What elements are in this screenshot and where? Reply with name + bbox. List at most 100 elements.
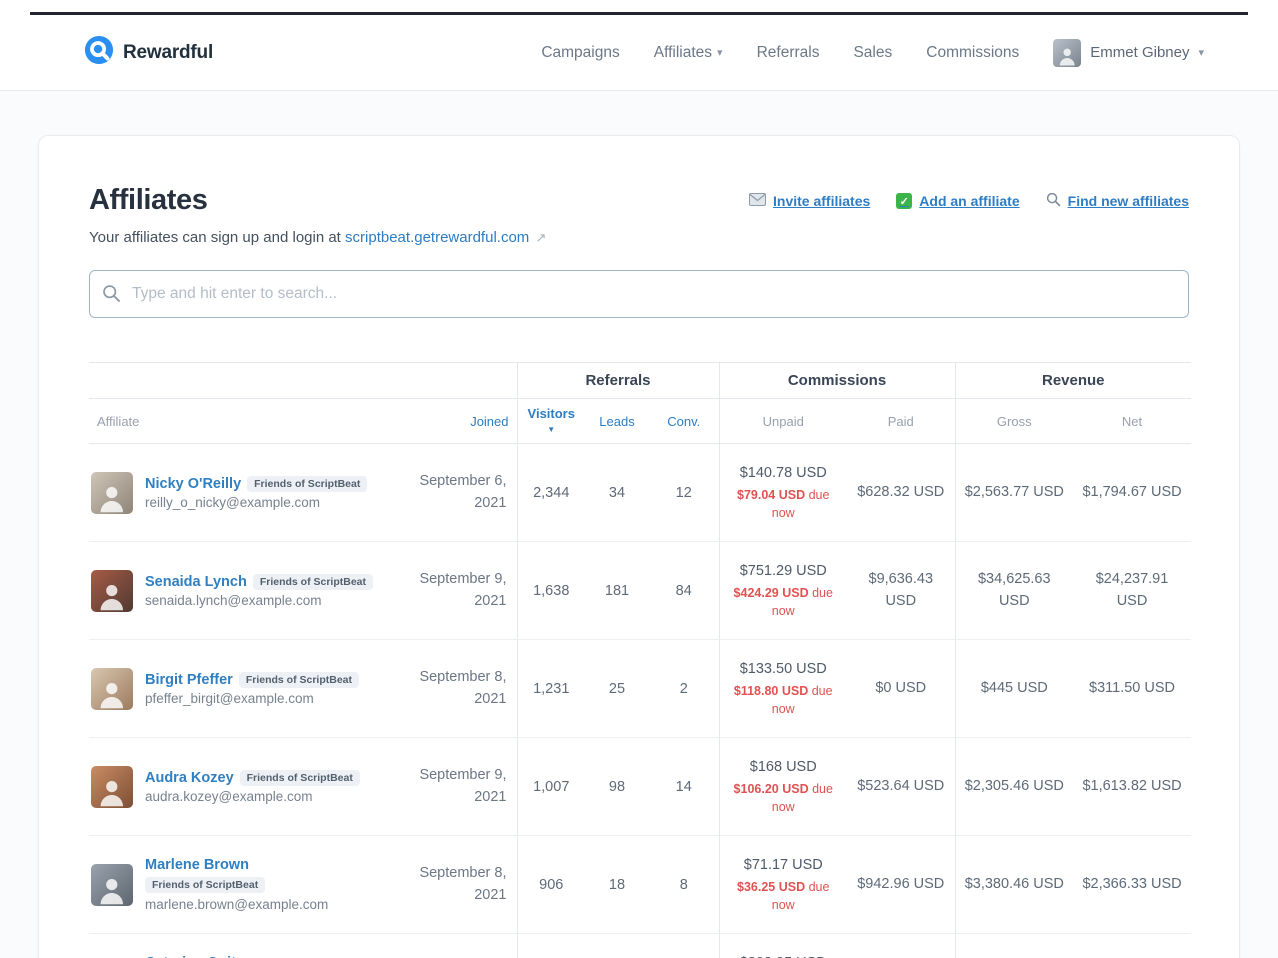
visitors-cell: 1,638	[516, 541, 585, 640]
unpaid-due-line: $118.80 USD due now	[728, 682, 840, 718]
visitors-cell: 903	[516, 933, 585, 958]
add-affiliate-button[interactable]: ✓ Add an affiliate	[896, 193, 1020, 209]
affiliate-text: Nicky O'Reilly Friends of ScriptBeat reil…	[145, 475, 368, 510]
find-new-affiliates-label: Find new affiliates	[1067, 193, 1189, 209]
external-link-icon: ↗	[535, 230, 547, 245]
affiliate-text: Senaida Lynch Friends of ScriptBeat senai…	[145, 573, 373, 608]
find-new-affiliates-button[interactable]: Find new affiliates	[1046, 192, 1189, 210]
unpaid-cell: $168 USD $106.20 USD due now	[718, 737, 847, 836]
affiliate-name-link[interactable]: Marlene Brown	[145, 857, 249, 873]
conv-cell: 2	[649, 639, 719, 738]
col-header-affiliate: Affiliate	[89, 398, 389, 444]
table-subheader-row: Affiliate Joined Visitors ▼ Leads Conv. …	[89, 398, 1192, 444]
col-header-visitors: Visitors ▼	[516, 398, 585, 444]
affiliate-group-badge: Friends of ScriptBeat	[145, 877, 266, 893]
gross-cell: $445 USD	[954, 639, 1074, 738]
nav-commissions[interactable]: Commissions	[926, 44, 1019, 62]
due-amount: $79.04 USD	[737, 487, 806, 502]
affiliate-cell: Audra Kozey Friends of ScriptBeat audra.k…	[89, 737, 389, 836]
nav-campaigns[interactable]: Campaigns	[541, 44, 619, 62]
affiliate-email: pfeffer_birgit@example.com	[145, 690, 314, 706]
joined-cell: September 6, 2021	[389, 443, 517, 542]
primary-nav: Campaigns Affiliates ▾ Referrals Sales C…	[541, 38, 1204, 67]
joined-cell: September 9, 2021	[389, 737, 517, 836]
joined-cell: September 6, 2021	[389, 933, 517, 958]
gross-cell: $2,305.46 USD	[954, 737, 1074, 836]
nav-affiliates[interactable]: Affiliates ▾	[654, 44, 723, 62]
unpaid-amount: $140.78 USD	[739, 465, 827, 481]
net-cell: $24,237.91 USD	[1073, 541, 1192, 640]
group-header-commissions: Commissions	[718, 362, 956, 399]
sort-joined-link[interactable]: Joined	[470, 414, 508, 429]
search-input[interactable]	[89, 270, 1189, 318]
search-box	[89, 270, 1189, 318]
envelope-icon	[749, 193, 767, 209]
net-cell: $311.50 USD	[1073, 639, 1192, 738]
affiliate-text: Birgit Pfeffer Friends of ScriptBeat pfef…	[145, 671, 360, 706]
affiliate-name-link[interactable]: Nicky O'Reilly	[145, 476, 241, 492]
conv-cell: 66	[649, 933, 719, 958]
affiliate-group-badge: Friends of ScriptBeat	[239, 769, 360, 786]
table-row[interactable]: Caterina QuitzonFriends of ScriptBeat ca…	[89, 933, 1192, 958]
paid-cell: $942.96 USD	[847, 835, 956, 934]
affiliate-email: senaida.lynch@example.com	[145, 592, 322, 608]
search-icon	[102, 284, 121, 308]
unpaid-amount: $71.17 USD	[743, 857, 823, 873]
unpaid-cell: $133.50 USD $118.80 USD due now	[718, 639, 847, 738]
gross-cell: $34,625.63 USD	[954, 541, 1074, 640]
leads-cell: 25	[585, 639, 649, 738]
check-square-icon: ✓	[896, 193, 913, 209]
sort-leads-link[interactable]: Leads	[599, 414, 634, 429]
table-row[interactable]: Audra Kozey Friends of ScriptBeat audra.k…	[89, 737, 1192, 836]
gross-cell: $3,380.46 USD	[954, 835, 1074, 934]
col-header-net: Net	[1073, 398, 1192, 444]
affiliate-group-badge: Friends of ScriptBeat	[247, 475, 368, 492]
affiliates-rows: Nicky O'Reilly Friends of ScriptBeat reil…	[89, 443, 1192, 958]
affiliate-cell: Birgit Pfeffer Friends of ScriptBeat pfef…	[89, 639, 389, 738]
nav-referrals[interactable]: Referrals	[757, 44, 820, 62]
visitors-cell: 1,231	[516, 639, 585, 738]
affiliate-name-link[interactable]: Birgit Pfeffer	[145, 672, 233, 688]
signup-url-link[interactable]: scriptbeat.getrewardful.com	[345, 229, 529, 246]
unpaid-amount: $751.29 USD	[739, 563, 827, 579]
col-header-joined: Joined	[389, 398, 517, 444]
affiliate-name-link[interactable]: Senaida Lynch	[145, 574, 247, 590]
gross-cell: $2,563.77 USD	[954, 443, 1074, 542]
paid-cell: $0 USD	[847, 639, 956, 738]
table-row[interactable]: Nicky O'Reilly Friends of ScriptBeat reil…	[89, 443, 1192, 542]
affiliate-email: reilly_o_nicky@example.com	[145, 494, 321, 510]
conv-cell: 84	[649, 541, 719, 640]
top-navbar: Rewardful Campaigns Affiliates ▾ Referra…	[0, 15, 1278, 91]
nav-sales[interactable]: Sales	[853, 44, 892, 62]
table-row[interactable]: Birgit Pfeffer Friends of ScriptBeat pfef…	[89, 639, 1192, 738]
subtitle-text: Your affiliates can sign up and login at	[89, 229, 341, 246]
affiliate-cell: Marlene Brown Friends of ScriptBeat marle…	[89, 835, 389, 934]
affiliate-avatar	[91, 569, 133, 612]
user-menu[interactable]: Emmet Gibney ▾	[1053, 38, 1204, 67]
col-header-paid: Paid	[847, 398, 956, 444]
unpaid-cell: $751.29 USD $424.29 USD due now	[718, 541, 847, 640]
table-row[interactable]: Senaida Lynch Friends of ScriptBeat senai…	[89, 541, 1192, 640]
table-row[interactable]: Marlene Brown Friends of ScriptBeat marle…	[89, 835, 1192, 934]
invite-affiliates-button[interactable]: Invite affiliates	[749, 193, 870, 209]
chevron-down-icon: ▾	[717, 47, 723, 59]
conv-cell: 14	[649, 737, 719, 836]
affiliate-name-link[interactable]: Audra Kozey	[145, 770, 234, 786]
sort-visitors-link[interactable]: Visitors ▼	[528, 406, 575, 436]
affiliate-cell: Senaida Lynch Friends of ScriptBeat senai…	[89, 541, 389, 640]
page-title: Affiliates	[89, 184, 208, 216]
joined-cell: September 9, 2021	[389, 541, 517, 640]
brand-logo[interactable]: Rewardful	[84, 35, 213, 70]
paid-cell: $9,636.43 USD	[847, 541, 956, 640]
sort-conv-link[interactable]: Conv.	[667, 414, 700, 429]
unpaid-due-line: $79.04 USD due now	[728, 486, 840, 522]
unpaid-cell: $140.78 USD $79.04 USD due now	[718, 443, 847, 542]
affiliate-avatar	[91, 667, 133, 710]
leads-cell: 185	[585, 933, 649, 958]
sort-desc-icon: ▼	[547, 425, 556, 434]
affiliate-cell: Caterina QuitzonFriends of ScriptBeat ca…	[89, 933, 389, 958]
affiliates-table: Referrals Commissions Revenue Affiliate …	[89, 362, 1192, 958]
gross-cell: $21,533.89 USD	[954, 933, 1074, 958]
chevron-down-icon: ▾	[1198, 47, 1204, 59]
col-header-leads: Leads	[585, 398, 649, 444]
